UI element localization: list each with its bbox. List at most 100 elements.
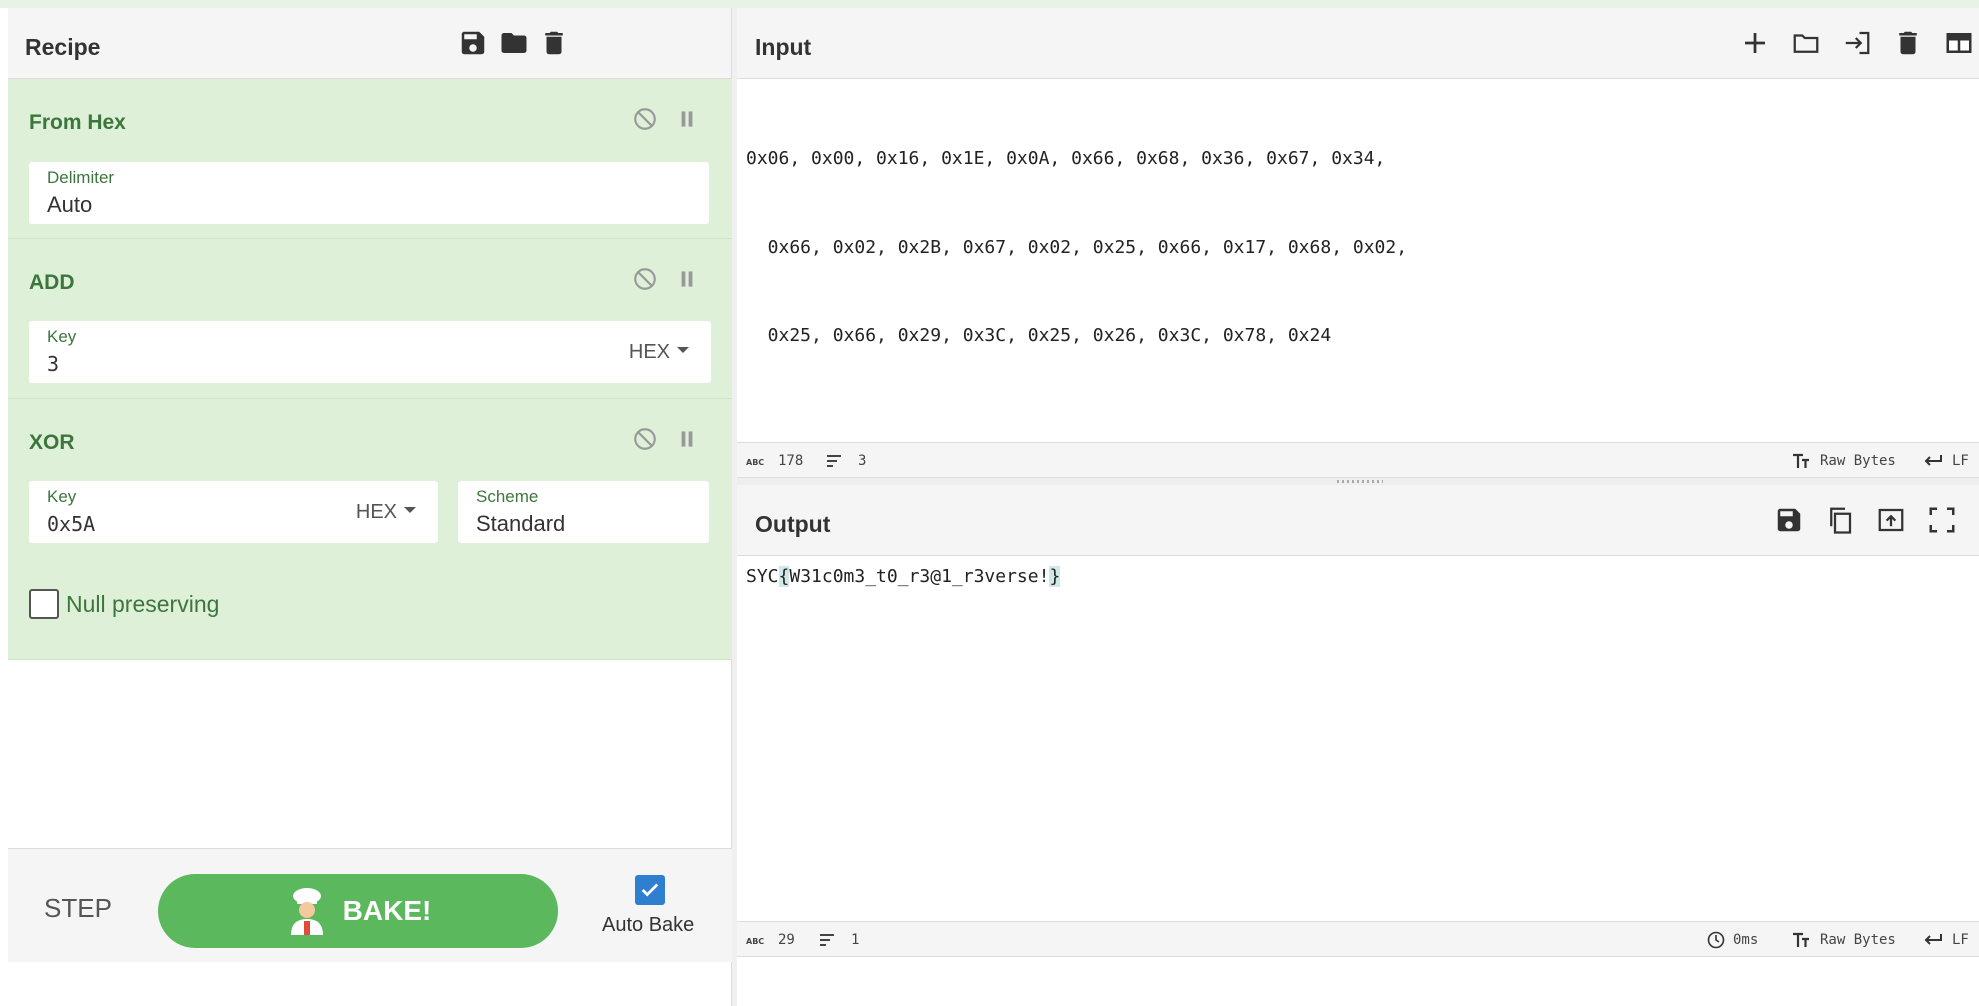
trash-icon xyxy=(1899,31,1917,55)
input-line: 0x25, 0x66, 0x29, 0x3C, 0x25, 0x26, 0x3C… xyxy=(746,325,1332,346)
disable-operation-button[interactable] xyxy=(631,105,659,133)
replace-input-button[interactable] xyxy=(1874,503,1908,537)
field-value: 0x5A xyxy=(47,512,96,536)
output-length: 29 xyxy=(778,932,795,948)
auto-bake-checkbox[interactable] xyxy=(635,875,665,905)
svg-text:ABC: ABC xyxy=(746,458,764,466)
replace-input-icon xyxy=(1878,508,1904,532)
field-value: Auto xyxy=(47,192,93,217)
format-dropdown[interactable]: HEX xyxy=(356,501,416,524)
save-icon xyxy=(461,31,485,55)
bake-button[interactable]: BAKE! xyxy=(158,874,558,948)
folder-icon xyxy=(501,33,527,53)
disable-operation-button[interactable] xyxy=(631,265,659,293)
input-title: Input xyxy=(755,34,812,60)
field-label: Key xyxy=(47,327,77,346)
return-icon xyxy=(1924,455,1942,466)
disable-operation-button[interactable] xyxy=(631,425,659,453)
step-button[interactable]: STEP xyxy=(44,893,112,924)
auto-bake-label: Auto Bake xyxy=(602,914,695,936)
output-text[interactable]: SYC{W31c0m3_t0_r3@1_r3verse!} xyxy=(746,562,1061,592)
format-dropdown[interactable]: HEX xyxy=(629,341,689,364)
key-field[interactable]: Key 3 HEX xyxy=(29,321,711,383)
disable-icon xyxy=(634,428,656,450)
output-encoding[interactable]: Raw Bytes xyxy=(1820,932,1896,948)
text-size-icon xyxy=(1793,932,1809,947)
return-icon xyxy=(1924,934,1942,945)
layout-button[interactable] xyxy=(1942,26,1976,60)
copy-output-button[interactable] xyxy=(1823,503,1857,537)
key-field[interactable]: Key 0x5A HEX xyxy=(29,481,438,543)
clear-recipe-button[interactable] xyxy=(537,26,571,60)
length-icon: ABC xyxy=(746,937,764,945)
copy-icon xyxy=(1830,507,1852,534)
save-icon xyxy=(1777,508,1801,532)
disable-icon xyxy=(634,268,656,290)
breakpoint-button[interactable] xyxy=(673,425,701,453)
pause-icon xyxy=(681,431,693,447)
check-icon xyxy=(641,883,659,897)
output-text-open-brace: { xyxy=(778,566,790,587)
input-encoding[interactable]: Raw Bytes xyxy=(1820,453,1896,469)
folder-icon xyxy=(1793,34,1819,53)
output-header: Output xyxy=(737,485,1979,556)
output-text-prefix: SYC xyxy=(746,566,779,587)
lines-icon xyxy=(827,455,841,467)
clear-input-button[interactable] xyxy=(1891,26,1925,60)
input-line: 0x66, 0x02, 0x2B, 0x67, 0x02, 0x25, 0x66… xyxy=(746,236,1408,258)
pause-icon xyxy=(681,271,693,287)
import-button[interactable] xyxy=(1840,26,1874,60)
open-file-button[interactable] xyxy=(1789,26,1823,60)
input-lines: 3 xyxy=(858,453,867,469)
plus-icon xyxy=(1745,33,1765,53)
output-text-body: W31c0m3_t0_r3@1_r3verse! xyxy=(789,566,1050,587)
svg-text:ABC: ABC xyxy=(746,937,764,945)
scheme-field[interactable]: Scheme Standard xyxy=(458,481,709,543)
delimiter-field[interactable]: Delimiter Auto xyxy=(29,162,709,224)
trash-icon xyxy=(545,31,563,55)
recipe-controls: STEP BAKE! Auto Bake xyxy=(8,848,732,962)
horizontal-splitter[interactable] xyxy=(737,478,1979,485)
operation-xor[interactable]: XOR Key 0x5A HEX Scheme Standard Null pr… xyxy=(8,399,732,660)
operation-name: ADD xyxy=(29,271,75,294)
input-text[interactable]: 0x06, 0x00, 0x16, 0x1E, 0x0A, 0x66, 0x68… xyxy=(746,85,1407,410)
lines-icon xyxy=(820,934,834,946)
output-eol[interactable]: LF xyxy=(1952,932,1969,948)
field-value: Standard xyxy=(476,511,566,536)
breakpoint-button[interactable] xyxy=(673,105,701,133)
load-recipe-button[interactable] xyxy=(497,26,531,60)
output-panel: Output SYC{W31c0m3_t0_r3@1_r3verse!} ABC… xyxy=(737,485,1979,1006)
recipe-title: Recipe xyxy=(25,34,101,60)
chef-icon xyxy=(290,888,323,935)
operation-from-hex[interactable]: From Hex Delimiter Auto xyxy=(8,79,732,239)
input-header: Input xyxy=(737,8,1979,79)
operation-add[interactable]: ADD Key 3 HEX xyxy=(8,239,732,399)
input-line: 0x06, 0x00, 0x16, 0x1E, 0x0A, 0x66, 0x68… xyxy=(746,148,1397,169)
output-title: Output xyxy=(755,511,831,537)
input-status-bar: ABC 178 3 Raw Bytes LF xyxy=(737,442,1979,478)
import-icon xyxy=(1845,31,1870,55)
bake-label: BAKE! xyxy=(342,895,432,926)
save-recipe-button[interactable] xyxy=(456,26,490,60)
top-strip xyxy=(0,0,1979,8)
clock-icon xyxy=(1707,931,1725,949)
null-preserving-checkbox[interactable] xyxy=(29,589,59,619)
disable-icon xyxy=(634,108,656,130)
add-tab-button[interactable] xyxy=(1738,26,1772,60)
maximize-output-button[interactable] xyxy=(1925,503,1959,537)
input-eol[interactable]: LF xyxy=(1952,453,1969,469)
output-text-close-brace: } xyxy=(1049,566,1061,587)
text-size-icon xyxy=(1793,453,1809,468)
field-value: 3 xyxy=(47,352,60,376)
output-status-bar: ABC 29 1 0ms Raw Bytes LF xyxy=(737,921,1979,957)
save-output-button[interactable] xyxy=(1772,503,1806,537)
recipe-header: Recipe xyxy=(8,8,731,79)
field-label: Delimiter xyxy=(47,168,115,187)
output-time: 0ms xyxy=(1733,932,1759,948)
layout-icon xyxy=(1946,33,1972,53)
input-panel: Input 0x06, 0x00, 0x16, 0x1E, 0x0A, 0x66… xyxy=(737,8,1979,478)
field-label: Scheme xyxy=(476,487,539,506)
breakpoint-button[interactable] xyxy=(673,265,701,293)
input-length: 178 xyxy=(778,453,804,469)
operation-name: From Hex xyxy=(29,111,126,134)
